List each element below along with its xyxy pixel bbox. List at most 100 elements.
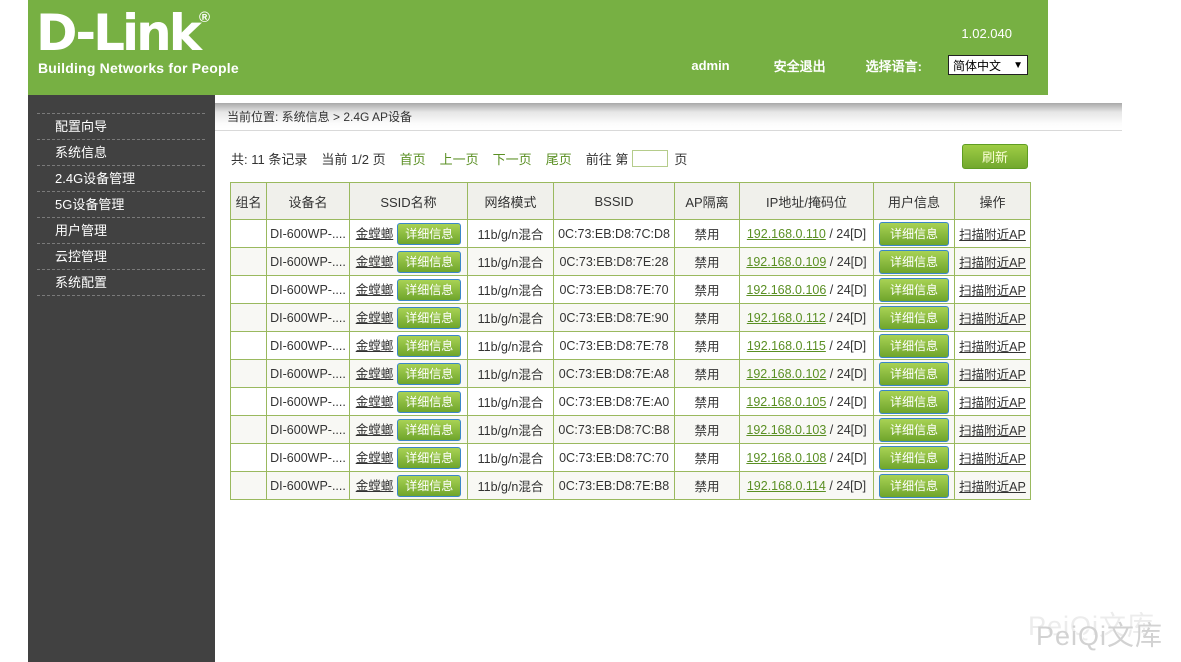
- cell-ip: 192.168.0.112 / 24[D]: [740, 304, 874, 332]
- ip-address-link[interactable]: 192.168.0.112: [747, 311, 826, 325]
- ip-address-link[interactable]: 192.168.0.106: [746, 283, 826, 297]
- language-select-label: 选择语言:: [866, 56, 922, 75]
- ssid-link[interactable]: 金螳螂: [356, 339, 394, 353]
- cell-operation: 扫描附近AP: [955, 332, 1031, 360]
- cell-user-info: 详细信息: [874, 360, 955, 388]
- sidebar-item-system-config[interactable]: 系统配置: [37, 270, 205, 296]
- record-count: 共: 11 条记录: [231, 149, 307, 168]
- ssid-detail-button[interactable]: 详细信息: [397, 307, 461, 329]
- cell-group: [231, 276, 267, 304]
- ip-mask-suffix: / 24[D]: [826, 367, 866, 381]
- col-header-ip: IP地址/掩码位: [740, 183, 874, 220]
- scan-nearby-ap-link[interactable]: 扫描附近AP: [959, 312, 1026, 326]
- ssid-detail-button[interactable]: 详细信息: [397, 363, 461, 385]
- ip-address-link[interactable]: 192.168.0.115: [747, 339, 826, 353]
- breadcrumb: 当前位置: 系统信息 > 2.4G AP设备: [227, 108, 412, 125]
- scan-nearby-ap-link[interactable]: 扫描附近AP: [959, 256, 1026, 270]
- ssid-link[interactable]: 金螳螂: [356, 311, 394, 325]
- scan-nearby-ap-link[interactable]: 扫描附近AP: [959, 480, 1026, 494]
- ssid-detail-button[interactable]: 详细信息: [397, 391, 461, 413]
- user-detail-button[interactable]: 详细信息: [879, 418, 949, 442]
- scan-nearby-ap-link[interactable]: 扫描附近AP: [959, 228, 1026, 242]
- refresh-button[interactable]: 刷新: [962, 144, 1028, 169]
- goto-page-suffix: 页: [674, 149, 687, 168]
- ssid-detail-button[interactable]: 详细信息: [397, 251, 461, 273]
- sidebar-item-user-mgmt[interactable]: 用户管理: [37, 218, 205, 244]
- ssid-detail-button[interactable]: 详细信息: [397, 447, 461, 469]
- user-detail-button[interactable]: 详细信息: [879, 362, 949, 386]
- prev-page-link[interactable]: 上一页: [440, 149, 479, 168]
- goto-page-input[interactable]: [632, 150, 668, 167]
- scan-nearby-ap-link[interactable]: 扫描附近AP: [959, 396, 1026, 410]
- ssid-link[interactable]: 金螳螂: [356, 395, 394, 409]
- cell-ssid: 金螳螂详细信息: [350, 276, 468, 304]
- user-detail-button[interactable]: 详细信息: [879, 222, 949, 246]
- ssid-detail-button[interactable]: 详细信息: [397, 335, 461, 357]
- cell-device-name: DI-600WP-....: [267, 248, 350, 276]
- ip-mask-suffix: / 24[D]: [826, 283, 866, 297]
- user-detail-button[interactable]: 详细信息: [879, 446, 949, 470]
- next-page-link[interactable]: 下一页: [493, 149, 532, 168]
- ssid-detail-button[interactable]: 详细信息: [397, 279, 461, 301]
- sidebar-item-setup-wizard[interactable]: 配置向导: [37, 114, 205, 140]
- user-detail-button[interactable]: 详细信息: [879, 250, 949, 274]
- dlink-logo: D-Link® Building Networks for People: [36, 6, 239, 76]
- cell-operation: 扫描附近AP: [955, 388, 1031, 416]
- ssid-link[interactable]: 金螳螂: [356, 283, 394, 297]
- cell-device-name: DI-600WP-....: [267, 276, 350, 304]
- cell-ssid: 金螳螂详细信息: [350, 388, 468, 416]
- ip-address-link[interactable]: 192.168.0.105: [746, 395, 826, 409]
- cell-operation: 扫描附近AP: [955, 472, 1031, 500]
- cell-ssid: 金螳螂详细信息: [350, 360, 468, 388]
- cell-network-mode: 11b/g/n混合: [468, 444, 554, 472]
- cell-operation: 扫描附近AP: [955, 220, 1031, 248]
- ssid-detail-button[interactable]: 详细信息: [397, 475, 461, 497]
- breadcrumb-bar: 当前位置: 系统信息 > 2.4G AP设备: [215, 103, 1122, 129]
- ssid-link[interactable]: 金螳螂: [356, 255, 394, 269]
- logo-registered-mark: ®: [199, 9, 210, 26]
- ssid-link[interactable]: 金螳螂: [356, 451, 394, 465]
- ssid-detail-button[interactable]: 详细信息: [397, 419, 461, 441]
- last-page-link[interactable]: 尾页: [546, 149, 572, 168]
- user-detail-button[interactable]: 详细信息: [879, 474, 949, 498]
- logout-link[interactable]: 安全退出: [774, 56, 826, 75]
- firmware-version: 1.02.040: [961, 26, 1012, 41]
- ip-address-link[interactable]: 192.168.0.103: [746, 423, 826, 437]
- cell-device-name: DI-600WP-....: [267, 472, 350, 500]
- ssid-link[interactable]: 金螳螂: [356, 367, 394, 381]
- scan-nearby-ap-link[interactable]: 扫描附近AP: [959, 424, 1026, 438]
- cell-group: [231, 444, 267, 472]
- ssid-detail-button[interactable]: 详细信息: [397, 223, 461, 245]
- cell-ssid: 金螳螂详细信息: [350, 220, 468, 248]
- language-select[interactable]: 简体中文 ▼: [948, 55, 1028, 75]
- ip-address-link[interactable]: 192.168.0.102: [746, 367, 826, 381]
- sidebar-item-24g-device-mgmt[interactable]: 2.4G设备管理: [37, 166, 205, 192]
- cell-ip: 192.168.0.102 / 24[D]: [740, 360, 874, 388]
- table-row: DI-600WP-.... 金螳螂详细信息 11b/g/n混合 0C:73:EB…: [231, 220, 1031, 248]
- user-detail-button[interactable]: 详细信息: [879, 278, 949, 302]
- user-detail-button[interactable]: 详细信息: [879, 390, 949, 414]
- watermark: PeiQi文库: [1036, 614, 1163, 653]
- user-detail-button[interactable]: 详细信息: [879, 334, 949, 358]
- ip-address-link[interactable]: 192.168.0.110: [747, 227, 826, 241]
- ssid-link[interactable]: 金螳螂: [356, 227, 394, 241]
- ssid-link[interactable]: 金螳螂: [356, 423, 394, 437]
- scan-nearby-ap-link[interactable]: 扫描附近AP: [959, 284, 1026, 298]
- logo-tagline: Building Networks for People: [38, 60, 239, 76]
- scan-nearby-ap-link[interactable]: 扫描附近AP: [959, 368, 1026, 382]
- ip-address-link[interactable]: 192.168.0.114: [747, 479, 826, 493]
- ip-address-link[interactable]: 192.168.0.108: [746, 451, 826, 465]
- first-page-link[interactable]: 首页: [400, 149, 426, 168]
- sidebar-item-5g-device-mgmt[interactable]: 5G设备管理: [37, 192, 205, 218]
- scan-nearby-ap-link[interactable]: 扫描附近AP: [959, 452, 1026, 466]
- cell-group: [231, 416, 267, 444]
- ip-mask-suffix: / 24[D]: [826, 311, 866, 325]
- user-detail-button[interactable]: 详细信息: [879, 306, 949, 330]
- scan-nearby-ap-link[interactable]: 扫描附近AP: [959, 340, 1026, 354]
- cell-bssid: 0C:73:EB:D8:7C:B8: [554, 416, 675, 444]
- sidebar-item-cloud-mgmt[interactable]: 云控管理: [37, 244, 205, 270]
- ip-address-link[interactable]: 192.168.0.109: [746, 255, 826, 269]
- ssid-link[interactable]: 金螳螂: [356, 479, 394, 493]
- cell-network-mode: 11b/g/n混合: [468, 304, 554, 332]
- sidebar-item-system-info[interactable]: 系统信息: [37, 140, 205, 166]
